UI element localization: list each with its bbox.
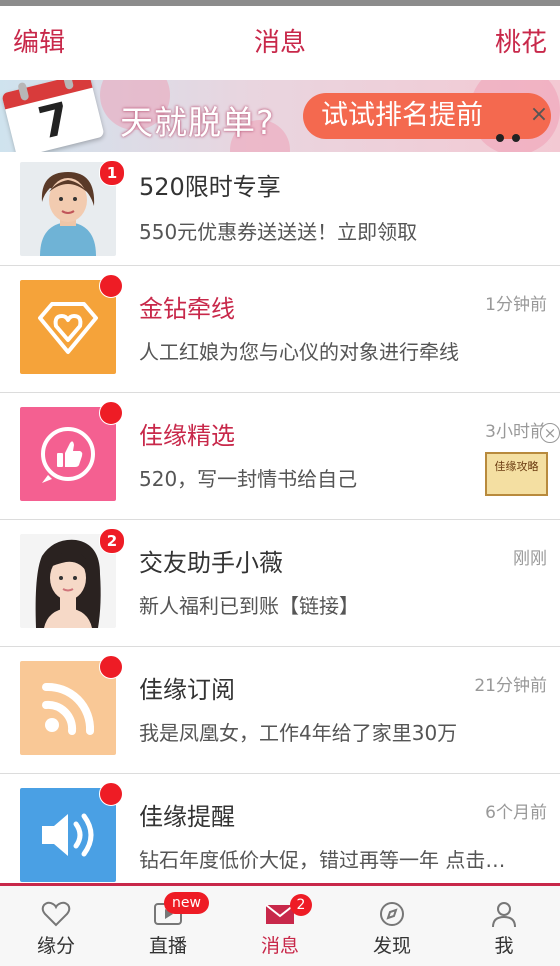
message-preview: 人工红娘为您与心仪的对象进行牵线	[139, 340, 459, 364]
discover-icon	[380, 902, 404, 926]
message-title: 520限时专享	[139, 173, 281, 201]
message-time: 3小时前	[485, 422, 547, 442]
message-preview: 钻石年度低价大促，错过再等一年 点击…	[139, 848, 506, 872]
message-time: 6个月前	[485, 803, 547, 823]
banner-slogan: 天就脱单?	[120, 103, 275, 142]
message-preview: 我是凤凰女，工作4年给了家里30万	[139, 721, 458, 745]
list-item[interactable]: 佳缘精选 3小时前 520，写一封情书给自己 × 佳缘攻略	[0, 393, 560, 520]
tab-label: 发现	[372, 935, 411, 957]
banner-pager-dots	[496, 127, 528, 146]
message-title: 金钻牵线	[139, 295, 235, 323]
list-item[interactable]: 佳缘订阅 21分钟前 我是凤凰女，工作4年给了家里30万	[0, 647, 560, 774]
tab-label: 我	[494, 935, 514, 957]
ad-book-image[interactable]: 佳缘攻略	[485, 452, 548, 496]
profile-icon	[492, 902, 516, 928]
tab-fate[interactable]: 缘分	[0, 886, 112, 966]
message-title: 佳缘订阅	[139, 676, 235, 704]
message-preview: 550元优惠券送送送！立即领取	[139, 220, 418, 244]
tab-label: 消息	[260, 935, 299, 957]
message-time: 1分钟前	[485, 295, 547, 315]
message-title: 交友助手小薇	[139, 549, 283, 577]
message-list: 1 520限时专享 550元优惠券送送送！立即领取 金钻牵线 1分钟前 人工红娘…	[0, 152, 560, 901]
message-title: 佳缘精选	[139, 422, 235, 450]
unread-count-badge: 1	[99, 160, 125, 186]
app-header: 编辑 消息 桃花	[0, 6, 560, 80]
tab-live[interactable]: new 直播	[112, 886, 224, 966]
message-preview: 新人福利已到账【链接】	[139, 594, 359, 618]
heart-icon	[41, 901, 71, 927]
page-title: 消息	[253, 28, 306, 58]
unread-count-badge: 2	[99, 528, 125, 554]
calendar-icon: 7	[1, 80, 105, 152]
bottom-tab-bar: 缘分 new 直播 2 消息 发现 我	[0, 883, 560, 966]
list-item[interactable]: 金钻牵线 1分钟前 人工红娘为您与心仪的对象进行牵线	[0, 266, 560, 393]
ad-close-icon[interactable]: ×	[540, 423, 560, 443]
tab-me[interactable]: 我	[448, 886, 560, 966]
list-item[interactable]: 佳缘提醒 6个月前 钻石年度低价大促，错过再等一年 点击…	[0, 774, 560, 901]
banner-close-icon[interactable]: ×	[528, 104, 550, 126]
tab-messages[interactable]: 2 消息	[224, 886, 336, 966]
unread-dot-badge	[99, 655, 123, 679]
unread-dot-badge	[99, 782, 123, 806]
tab-discover[interactable]: 发现	[336, 886, 448, 966]
tab-label: 直播	[148, 935, 187, 957]
tab-label: 缘分	[36, 935, 75, 957]
message-count-badge: 2	[290, 894, 312, 916]
list-item[interactable]: 2 交友助手小薇 刚刚 新人福利已到账【链接】	[0, 520, 560, 647]
edit-button[interactable]: 编辑	[13, 26, 65, 60]
list-item[interactable]: 1 520限时专享 550元优惠券送送送！立即领取	[0, 152, 560, 266]
page-title-wrapper: 消息	[0, 26, 560, 60]
peach-blossom-button[interactable]: 桃花	[495, 26, 547, 60]
unread-dot-badge	[99, 401, 123, 425]
message-time: 刚刚	[513, 549, 547, 569]
message-time: 21分钟前	[474, 676, 547, 696]
unread-dot-badge	[99, 274, 123, 298]
new-badge: new	[164, 892, 209, 914]
message-preview: 520，写一封情书给自己	[139, 467, 358, 491]
promo-banner[interactable]: 7 天就脱单? 试试排名提前 ×	[0, 80, 560, 152]
message-title: 佳缘提醒	[139, 803, 235, 831]
